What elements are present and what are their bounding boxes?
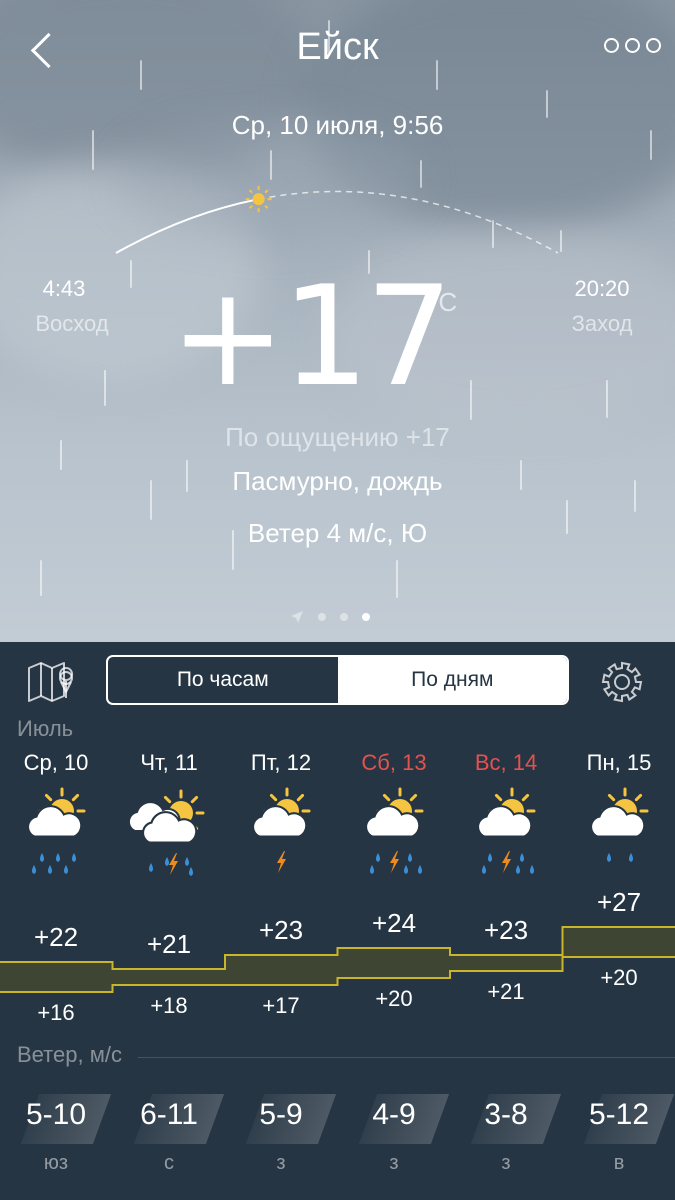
location-arrow-icon [291,611,303,623]
rain-streak [104,370,106,406]
map-icon [28,662,74,702]
sun-arc-passed [115,190,559,254]
wind-speed-cell: 5-9 [225,1090,337,1150]
wind-speed: 4-9 [372,1098,416,1131]
wind-speed: 3-8 [484,1098,528,1131]
feels-like: По ощущению +17 [225,422,450,452]
temperature-unit: °C [428,287,458,317]
sunrise-label: Восход [35,311,109,336]
rain-streak [470,380,472,420]
wind-speed-cell: 6-11 [113,1090,225,1150]
wind-speed: 5-10 [25,1098,87,1131]
sunset-label: Заход [571,311,633,336]
rain-streak [40,560,42,596]
sunset-time: 20:20 [574,276,630,301]
page-indicator[interactable] [290,610,370,624]
max-temperature: +24 [371,908,417,938]
view-mode-toggle: По часам По дням [106,655,569,705]
sun-cloud-rain-icon [0,787,112,888]
forecast-panel: По часам По дням Июль Ср, 10 Чт, 11 Пт, 12… [0,642,675,1200]
sun-cloud-thunder-rain-icon [450,787,562,888]
sun-clouds-thunder-rain-icon [113,787,225,888]
min-temperature: +18 [150,993,188,1018]
wind-direction: з [389,1152,399,1174]
wind-direction: з [501,1152,511,1174]
sun-cloud-light-rain-icon [563,787,675,888]
max-temperature: +27 [596,887,642,917]
page-dot [318,613,326,621]
rain-streak [606,380,608,418]
min-temperature: +16 [37,1000,75,1025]
month-label: Июль [17,716,74,741]
day-label: Вс, 14 [474,750,538,775]
wind-speed-cell: 5-10 [0,1090,112,1150]
max-temperature: +22 [33,922,79,952]
rain-streak [396,560,398,598]
current-temperature: +17 [170,256,453,417]
divider [138,1057,675,1058]
min-temperature: +20 [600,965,638,990]
current-wind: Ветер 4 м/с, Ю [247,518,428,548]
current-weather-panel: Ейск Ср, 10 июля, 9:56 4:43 Восход 20:20… [0,0,675,642]
sun-icon [245,186,272,213]
max-temperature: +23 [258,915,304,945]
sun-cloud-thunder-rain-icon [338,787,450,888]
wind-section-title: Ветер, м/с [17,1042,122,1067]
weather-condition: Пасмурно, дождь [232,466,443,496]
wind-speed: 6-11 [140,1098,198,1131]
day-label: Сб, 13 [361,750,427,775]
settings-button[interactable] [598,658,646,706]
wind-speed: 5-9 [259,1098,303,1131]
map-button[interactable] [26,658,76,706]
sunrise-time: 4:43 [42,276,86,301]
wind-speed: 5-12 [588,1098,650,1131]
max-temperature: +23 [483,915,529,945]
wind-speed-cell: 4-9 [338,1090,450,1150]
gear-icon [601,661,643,703]
tab-hourly[interactable]: По часам [108,657,338,703]
wind-direction: в [613,1152,625,1174]
wind-speed-cell: 5-12 [563,1090,675,1150]
min-temperature: +17 [262,993,300,1018]
wind-direction: юз [43,1152,69,1174]
min-temperature: +20 [375,986,413,1011]
page-dot-active [362,613,370,621]
day-label: Ср, 10 [23,750,89,775]
sun-arc [115,186,559,254]
tab-daily[interactable]: По дням [337,657,567,703]
max-temperature: +21 [146,929,192,959]
day-label: Чт, 11 [140,750,198,775]
wind-direction: с [164,1152,174,1174]
page-dot [340,613,348,621]
min-temperature: +21 [487,979,525,1004]
wind-speed-cell: 3-8 [450,1090,562,1150]
wind-direction: з [276,1152,286,1174]
day-label: Пт, 12 [250,750,312,775]
sun-cloud-thunder-icon [225,787,337,888]
day-label: Пн, 15 [586,750,652,775]
